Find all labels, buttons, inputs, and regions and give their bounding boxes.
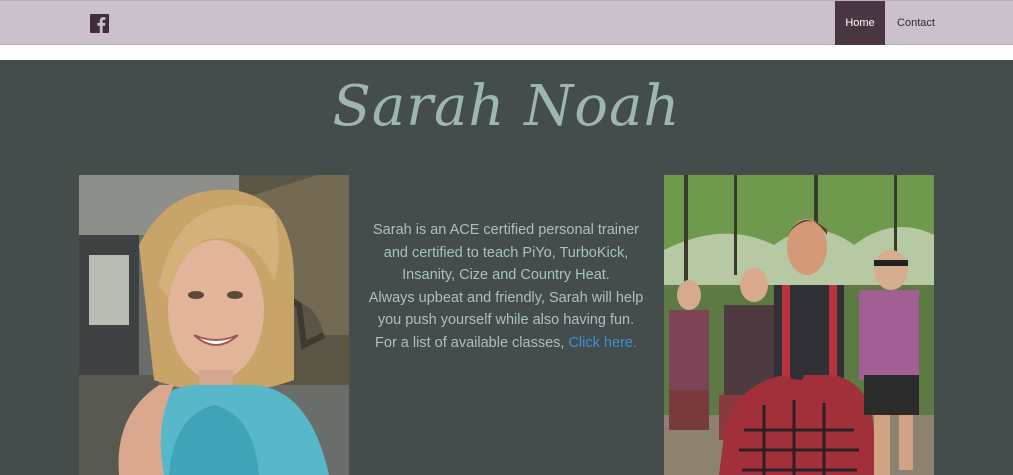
bio-paragraph-2: Always upbeat and friendly, Sarah will h… — [368, 289, 644, 329]
portrait-photo — [79, 175, 349, 475]
classes-link[interactable]: Click here. — [568, 335, 637, 351]
nav-home-link[interactable]: Home — [835, 1, 885, 45]
event-photo — [664, 175, 934, 475]
bio-text: Sarah is an ACE certified personal train… — [365, 219, 647, 354]
page-title: Sarah Noah — [332, 74, 681, 139]
bio-paragraph-3: For a list of available classes, Click h… — [365, 332, 647, 355]
bio-paragraph-1: Sarah is an ACE certified personal train… — [373, 222, 639, 283]
top-navbar: Home Contact — [0, 0, 1013, 45]
nav-contact-link[interactable]: Contact — [885, 1, 947, 45]
facebook-icon[interactable] — [90, 14, 109, 33]
classes-text: For a list of available classes, — [375, 334, 569, 351]
main-nav: Home Contact — [835, 1, 947, 45]
